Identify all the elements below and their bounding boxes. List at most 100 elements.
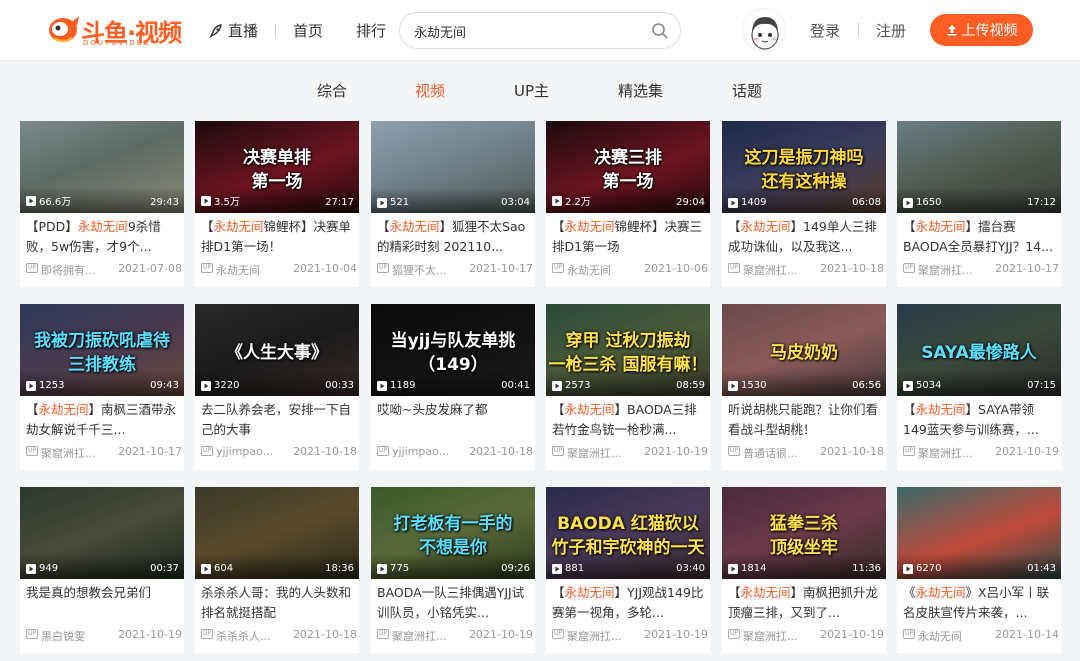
uploader-name[interactable]: 聚窟洲扛... — [918, 445, 988, 461]
video-thumbnail[interactable]: 打老板有一手的 不想是你 775 09:26 — [371, 487, 535, 579]
tab-all[interactable]: 综合 — [317, 80, 347, 101]
video-card[interactable]: 猛拳三杀 顶级坐牢 1814 11:36 【永劫无间】南枫把抓升龙顶瘤三排，又到了...… — [722, 487, 886, 653]
video-thumbnail[interactable]: BAODA 红猫砍以 竹子和宇砍神的一天 881 03:40 — [546, 487, 710, 579]
video-thumbnail[interactable]: 1650 17:12 — [897, 121, 1061, 213]
uploader-name[interactable]: 聚窟洲扛... — [743, 628, 813, 644]
title-keyword-highlight: 永劫无间 — [77, 219, 128, 234]
uploader-name[interactable]: 聚窟洲扛... — [41, 445, 111, 461]
thumbnail-caption: 决赛单排 — [243, 148, 311, 168]
video-meta: UP 永劫无间 2021-10-04 — [201, 262, 357, 278]
uploader-name[interactable]: 黑白锐雯 — [41, 628, 111, 644]
video-title[interactable]: 【永劫无间】南枫把抓升龙顶瘤三排，又到了... — [728, 583, 882, 623]
uploader-name[interactable]: 普通话很... — [743, 445, 813, 461]
video-card[interactable]: 6270 01:43 《永劫无间》X吕小军丨联名皮肤宣传片来袭，... UP 永劫无间 2… — [897, 487, 1061, 653]
video-card[interactable]: 当yjj与队友单挑 （149） 1189 00:41 哎呦~头皮发麻了都 UP yjjimp… — [371, 304, 535, 470]
login-link[interactable]: 登录 — [810, 20, 840, 41]
uploader-name[interactable]: 永劫无间 — [567, 262, 637, 278]
video-card[interactable]: 决赛三排 第一场 2.2万 29:04 【永劫无间锦鲤杯】决赛三排D1第一场 UP 永劫无间… — [546, 121, 710, 287]
uploader-name[interactable]: 聚窟洲扛... — [918, 262, 988, 278]
video-thumbnail[interactable]: SAYA最惨路人 5034 07:15 — [897, 304, 1061, 396]
video-card[interactable]: 66.6万 29:43 【PDD】永劫无间9杀惜败，5w伤害，才9个... UP 即将拥… — [20, 121, 184, 287]
video-duration: 01:43 — [1027, 563, 1056, 574]
video-title[interactable]: 【PDD】永劫无间9杀惜败，5w伤害，才9个... — [26, 217, 180, 257]
video-card[interactable]: 1650 17:12 【永劫无间】擂台赛BAODA全员暴打YJJ？14... UP 聚窟… — [897, 121, 1061, 287]
register-link[interactable]: 注册 — [876, 20, 906, 41]
uploader-icon: UP — [201, 263, 213, 273]
video-thumbnail[interactable]: 66.6万 29:43 — [20, 121, 184, 213]
video-thumbnail[interactable]: 穿甲 过秋刀振劫 一枪三杀 国服有嘛！ 2573 08:59 — [546, 304, 710, 396]
search-input[interactable] — [414, 21, 644, 41]
video-thumbnail[interactable]: 《人生大事》 3220 00:33 — [195, 304, 359, 396]
video-thumbnail[interactable]: 6270 01:43 — [897, 487, 1061, 579]
tab-up[interactable]: UP主 — [514, 80, 549, 101]
video-thumbnail[interactable]: 949 00:37 — [20, 487, 184, 579]
video-thumbnail[interactable]: 这刀是振刀神吗 还有这种操 1409 06:08 — [722, 121, 886, 213]
video-title[interactable]: 【永劫无间】149单人三排成功诛仙，以及我这... — [728, 217, 882, 257]
video-title[interactable]: 【永劫无间锦鲤杯】决赛三排D1第一场 — [552, 217, 706, 257]
video-thumbnail[interactable]: 马皮奶奶 1530 06:56 — [722, 304, 886, 396]
uploader-name[interactable]: 聚窟洲扛... — [567, 628, 637, 644]
uploader-name[interactable]: yjjimpao... — [392, 445, 462, 458]
video-title[interactable]: 【永劫无间锦鲤杯】决赛单排D1第一场！ — [201, 217, 355, 257]
video-thumbnail[interactable]: 我被刀振砍吼虐待 三排教练 1253 09:43 — [20, 304, 184, 396]
search-icon[interactable] — [651, 22, 669, 40]
video-title[interactable]: 杀杀杀人哥：我的人头数和排名就挺搭配 — [201, 583, 355, 623]
uploader-icon: UP — [903, 629, 915, 639]
video-card[interactable]: 949 00:37 我是真的想教会兄弟们 UP 黑白锐雯 2021-10-19 — [20, 487, 184, 653]
uploader-name[interactable]: 狐狸不太... — [392, 262, 462, 278]
video-thumbnail[interactable]: 猛拳三杀 顶级坐牢 1814 11:36 — [722, 487, 886, 579]
avatar[interactable] — [742, 8, 786, 52]
video-title[interactable]: 哎呦~头皮发麻了都 — [377, 400, 531, 440]
play-icon — [377, 563, 387, 574]
video-card[interactable]: BAODA 红猫砍以 竹子和宇砍神的一天 881 03:40 【永劫无间】YJJ观战14… — [546, 487, 710, 653]
uploader-name[interactable]: 即将拥有... — [41, 262, 111, 278]
video-card[interactable]: 穿甲 过秋刀振劫 一枪三杀 国服有嘛！ 2573 08:59 【永劫无间】BAODA三排… — [546, 304, 710, 470]
view-count-label: 1814 — [741, 563, 767, 574]
uploader-name[interactable]: 永劫无间 — [918, 628, 988, 644]
video-thumbnail[interactable]: 决赛单排 第一场 3.5万 27:17 — [195, 121, 359, 213]
video-card[interactable]: 521 03:04 【永劫无间】狐狸不太Sao的精彩时刻 202110... UP 狐狸… — [371, 121, 535, 287]
video-card[interactable]: 604 18:36 杀杀杀人哥：我的人头数和排名就挺搭配 UP 杀杀杀人... 2021-… — [195, 487, 359, 653]
nav-rank[interactable]: 排行 — [356, 20, 386, 41]
upload-date: 2021-10-19 — [644, 628, 708, 641]
uploader-name[interactable]: yjjimpao... — [216, 445, 286, 458]
video-card[interactable]: 打老板有一手的 不想是你 775 09:26 BAODA一队三排偶遇YJJ试训队员，小铭… — [371, 487, 535, 653]
video-title[interactable]: 去二队养会老，安排一下自己的大事 — [201, 400, 355, 440]
video-card[interactable]: SAYA最惨路人 5034 07:15 【永劫无间】SAYA带领149蓝天参与训练赛，… — [897, 304, 1061, 470]
video-card[interactable]: 我被刀振砍吼虐待 三排教练 1253 09:43 【永劫无间】南枫三酒带永劫女解说千千三… — [20, 304, 184, 470]
video-card[interactable]: 决赛单排 第一场 3.5万 27:17 【永劫无间锦鲤杯】决赛单排D1第一场！ UP 永劫无… — [195, 121, 359, 287]
view-count-label: 66.6万 — [39, 197, 72, 208]
video-title[interactable]: 我是真的想教会兄弟们 — [26, 583, 180, 623]
video-title[interactable]: 《永劫无间》X吕小军丨联名皮肤宣传片来袭，... — [903, 583, 1057, 623]
video-thumbnail[interactable]: 604 18:36 — [195, 487, 359, 579]
video-title[interactable]: 听说胡桃只能跑？让你们看看战斗型胡桃！ — [728, 400, 882, 440]
video-thumbnail[interactable]: 521 03:04 — [371, 121, 535, 213]
nav-home[interactable]: 首页 — [293, 20, 323, 41]
uploader-name[interactable]: 聚窟洲扛... — [392, 628, 462, 644]
video-title[interactable]: 【永劫无间】南枫三酒带永劫女解说千千三... — [26, 400, 180, 440]
video-duration: 27:17 — [325, 197, 354, 208]
video-thumbnail[interactable]: 决赛三排 第一场 2.2万 29:04 — [546, 121, 710, 213]
tab-video[interactable]: 视频 — [415, 80, 445, 101]
tab-topics[interactable]: 话题 — [732, 80, 762, 101]
site-logo[interactable]: 斗鱼·视频 DOUYUVIDEO — [46, 12, 186, 48]
video-card[interactable]: 《人生大事》 3220 00:33 去二队养会老，安排一下自己的大事 UP yjjimpa… — [195, 304, 359, 470]
play-icon — [903, 563, 913, 574]
video-title[interactable]: 【永劫无间】SAYA带领149蓝天参与训练赛，... — [903, 400, 1057, 440]
uploader-name[interactable]: 聚窟洲扛... — [567, 445, 637, 461]
uploader-name[interactable]: 聚窟洲扛... — [743, 262, 813, 278]
video-title[interactable]: 【永劫无间】YJJ观战149比赛第一视角，多轮... — [552, 583, 706, 623]
video-thumbnail[interactable]: 当yjj与队友单挑 （149） 1189 00:41 — [371, 304, 535, 396]
video-card[interactable]: 这刀是振刀神吗 还有这种操 1409 06:08 【永劫无间】149单人三排成功诛仙，以… — [722, 121, 886, 287]
tab-collections[interactable]: 精选集 — [618, 80, 663, 101]
video-title[interactable]: 【永劫无间】狐狸不太Sao的精彩时刻 202110... — [377, 217, 531, 257]
uploader-name[interactable]: 永劫无间 — [216, 262, 286, 278]
upload-video-button[interactable]: 上传视频 — [930, 14, 1033, 46]
video-title[interactable]: 【永劫无间】擂台赛BAODA全员暴打YJJ？14... — [903, 217, 1057, 257]
view-count: 604 — [201, 563, 233, 574]
uploader-name[interactable]: 杀杀杀人... — [216, 628, 286, 644]
video-title[interactable]: BAODA一队三排偶遇YJJ试训队员，小铭凭实... — [377, 583, 531, 623]
video-title[interactable]: 【永劫无间】BAODA三排若竹金鸟铳一枪秒满... — [552, 400, 706, 440]
nav-live[interactable]: 直播 — [208, 20, 258, 41]
video-card[interactable]: 马皮奶奶 1530 06:56 听说胡桃只能跑？让你们看看战斗型胡桃！ UP 普通话很..… — [722, 304, 886, 470]
